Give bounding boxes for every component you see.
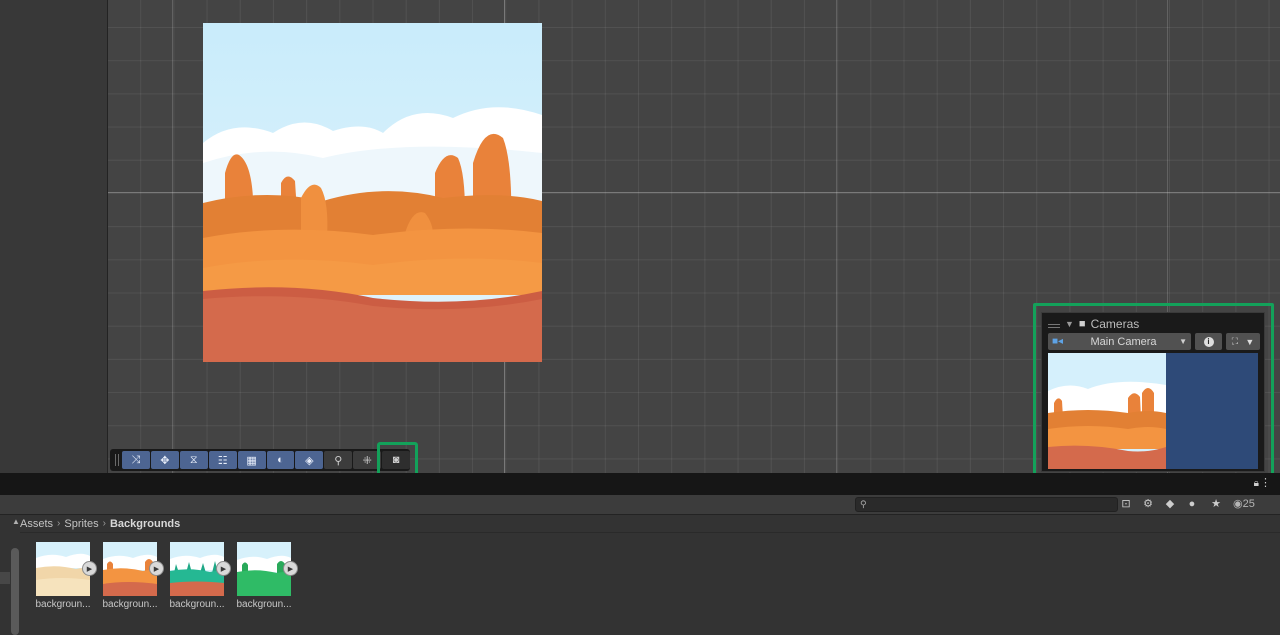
grid-line xyxy=(836,0,837,473)
hidden-count-value: 25 xyxy=(1242,498,1255,510)
search-scene-button[interactable]: ⚲ xyxy=(324,451,353,469)
collapse-triangle-icon[interactable]: ▼ xyxy=(1065,319,1074,329)
video-camera-icon: ■◂ xyxy=(1052,336,1064,347)
rotate-tool-icon: ⧖ xyxy=(189,453,198,466)
scroll-up-arrow-icon[interactable]: ▲ xyxy=(12,517,20,526)
more-options-icon[interactable]: ⋮ xyxy=(1260,476,1271,489)
camera-icon: ■ xyxy=(1078,318,1086,330)
asset-item[interactable]: ▶ backgroun... xyxy=(99,542,164,610)
chevron-right-icon: › xyxy=(102,518,106,529)
camera-select-dropdown[interactable]: ■◂ Main Camera ▼ xyxy=(1048,333,1191,350)
chevron-right-icon: › xyxy=(57,518,61,529)
asset-item[interactable]: ▶ backgroun... xyxy=(32,542,97,610)
eye-icon: ◉ xyxy=(1233,498,1243,510)
breadcrumb-divider xyxy=(20,532,1280,533)
play-icon[interactable]: ▶ xyxy=(283,561,298,576)
info-icon: i xyxy=(1203,336,1214,347)
camera-fit-dropdown[interactable]: ⛶ ▼ xyxy=(1226,333,1260,350)
asset-name: backgroun... xyxy=(169,599,225,610)
camera-preview xyxy=(1048,353,1258,469)
background-sprite[interactable] xyxy=(203,23,542,362)
rect-tool-button[interactable]: ☷ xyxy=(208,451,237,469)
asset-name: backgroun... xyxy=(236,599,292,610)
breadcrumb-item-sprites[interactable]: Sprites xyxy=(64,518,98,530)
cameras-overlay-title: Cameras xyxy=(1090,317,1140,331)
selected-camera-label: Main Camera xyxy=(1090,335,1157,348)
breadcrumb-item-backgrounds[interactable]: Backgrounds xyxy=(110,518,180,530)
play-icon[interactable]: ▶ xyxy=(216,561,231,576)
project-search-field[interactable]: ⚲ xyxy=(855,497,1118,512)
gizmos-icon: ◈ xyxy=(305,454,314,467)
asset-name: backgroun... xyxy=(35,599,91,610)
gizmos-button[interactable]: ◈ xyxy=(295,451,324,469)
asset-name: backgroun... xyxy=(102,599,158,610)
move-tool-button[interactable]: ✥ xyxy=(150,451,179,469)
panel-divider xyxy=(0,473,1280,495)
search-icon: ⚲ xyxy=(860,499,867,509)
asset-item[interactable]: ▶ backgroun... xyxy=(233,542,298,610)
scene-tools-overlay: ⤨ ✥ ⧖ ☷ ▦ ◐ ◈ ⚲ ⁜ ◙ xyxy=(110,449,411,471)
hierarchy-panel xyxy=(0,0,107,473)
label-tag-icon[interactable]: ◆ xyxy=(1162,497,1178,512)
camera-info-button[interactable]: i xyxy=(1195,333,1222,350)
scroll-marker xyxy=(0,572,10,584)
chevron-down-icon: ▼ xyxy=(1245,336,1255,347)
breadcrumb: Assets › Sprites › Backgrounds xyxy=(20,515,180,532)
view-tool-button[interactable]: ⤨ xyxy=(121,451,150,469)
asset-item[interactable]: ▶ backgroun... xyxy=(166,542,231,610)
cameras-overlay: ▼ ■ Cameras ■◂ Main Camera ▼ i ⛶ ▼ xyxy=(1041,312,1265,472)
breadcrumb-item-assets[interactable]: Assets xyxy=(20,518,53,530)
filter-icon[interactable]: ⚙ xyxy=(1140,497,1156,512)
project-panel: ▲ Assets › Sprites › Backgrounds ▶ backg… xyxy=(0,515,1280,635)
rect-tool-icon: ☷ xyxy=(217,454,228,467)
grid-snap-button[interactable]: ▦ xyxy=(237,451,266,469)
play-icon[interactable]: ▶ xyxy=(82,561,97,576)
grid-line xyxy=(172,0,173,473)
lock-icon[interactable]: 🔒︎ xyxy=(1254,478,1259,489)
chevron-down-icon: ▼ xyxy=(1179,337,1187,346)
orientation-icon: ⁜ xyxy=(362,454,372,467)
hidden-packages-count[interactable]: ◉25 xyxy=(1233,497,1255,512)
grid-snap-icon: ▦ xyxy=(246,454,257,467)
project-toolbar: ⚲ ⊡ ⚙ ◆ ● ★ ◉25 xyxy=(0,495,1280,515)
log-info-icon[interactable]: ● xyxy=(1184,497,1200,512)
shading-mode-icon: ◐ xyxy=(277,454,284,466)
move-tool-icon: ✥ xyxy=(160,454,170,467)
drag-handle-icon[interactable] xyxy=(1048,323,1060,325)
play-icon[interactable]: ▶ xyxy=(149,561,164,576)
scrollbar-thumb[interactable] xyxy=(11,548,19,635)
overlay-grip-handle[interactable] xyxy=(113,452,121,468)
shading-mode-button[interactable]: ◐ xyxy=(266,451,295,469)
frame-icon: ⛶ xyxy=(1231,336,1238,346)
view-tool-icon: ⤨ xyxy=(131,453,141,466)
cameras-overlay-header[interactable]: ▼ ■ Cameras xyxy=(1048,316,1139,332)
search-input[interactable] xyxy=(872,498,1112,511)
search-by-type-icon[interactable]: ⊡ xyxy=(1118,497,1134,512)
search-scene-icon: ⚲ xyxy=(334,454,343,467)
rotate-tool-button[interactable]: ⧖ xyxy=(179,451,208,469)
favorite-star-icon[interactable]: ★ xyxy=(1208,497,1224,512)
